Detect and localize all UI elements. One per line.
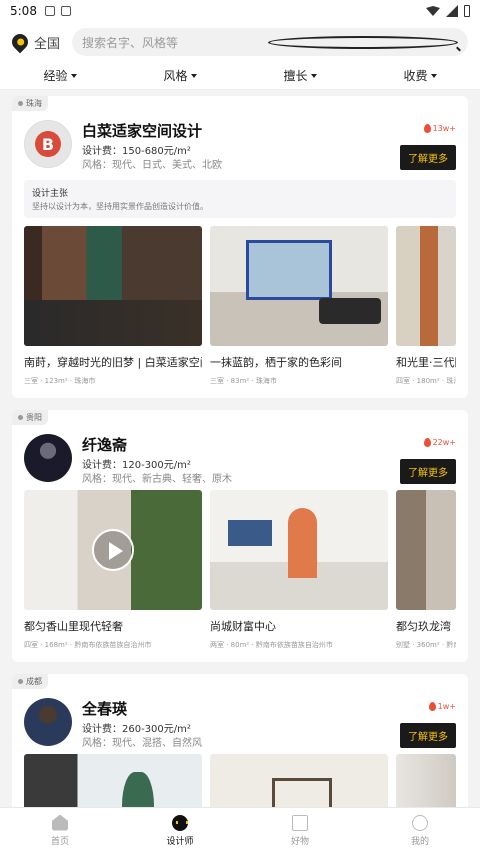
avatar[interactable] [24, 698, 72, 746]
tab-label: 好物 [290, 836, 309, 847]
chevron-down-icon [190, 73, 197, 78]
flame-icon [423, 124, 431, 133]
brand-logo: B [35, 131, 61, 157]
filter-fee[interactable]: 收费 [403, 67, 437, 84]
work-item[interactable]: 都匀玖龙湾 别墅 · 360m² · 黔南 [396, 490, 456, 650]
works-carousel[interactable]: 都匀香山里现代轻奢 四室 · 168m² · 黔南布依族苗族自治州市 尚城财富中… [12, 490, 468, 650]
work-photo[interactable] [24, 226, 202, 346]
search-icon[interactable] [268, 35, 458, 49]
work-photo[interactable] [210, 226, 388, 346]
work-item[interactable]: 和光里·三代同 四室 · 180m² · 珠海 [396, 226, 456, 386]
status-bar: 5:08 [0, 0, 480, 22]
avatar[interactable] [24, 434, 72, 482]
work-title: 和光里·三代同 [396, 356, 456, 369]
filter-label: 收费 [403, 69, 428, 83]
works-carousel[interactable]: 南莳，穿越时光的旧梦 | 白菜适家空间... 三室 · 123m² · 珠海市 … [12, 226, 468, 386]
location-selector[interactable]: 全国 [8, 30, 72, 54]
tab-label: 设计师 [166, 836, 194, 847]
popularity-count: 22w+ [432, 438, 456, 447]
work-meta: 两室 · 80m² · 黔南布依族苗族自治州市 [210, 641, 333, 649]
popularity-badge: 13w+ [423, 124, 456, 133]
play-icon[interactable] [92, 529, 134, 571]
work-title: 都匀玖龙湾 [396, 620, 451, 633]
work-meta: 四室 · 180m² · 珠海 [396, 377, 456, 385]
work-meta: 别墅 · 360m² · 黔南 [396, 641, 456, 649]
designer-card[interactable]: 贵阳 纤逸斋 设计费：120-300元/m² 风格：现代、新古典、轻奢、原木 2… [12, 410, 468, 662]
learn-more-button[interactable]: 了解更多 [400, 459, 456, 484]
tab-label: 我的 [410, 836, 429, 847]
chevron-down-icon [70, 73, 77, 78]
filter-specialty[interactable]: 擅长 [283, 67, 317, 84]
work-meta: 三室 · 83m² · 珠海市 [210, 377, 277, 385]
goods-icon [292, 814, 308, 831]
work-item[interactable]: 南莳，穿越时光的旧梦 | 白菜适家空间... 三室 · 123m² · 珠海市 [24, 226, 202, 386]
philosophy-title: 设计主张 [32, 189, 69, 199]
work-title: 都匀香山里现代轻奢 [24, 620, 123, 633]
work-photo[interactable] [396, 490, 456, 610]
work-item[interactable]: 都匀香山里现代轻奢 四室 · 168m² · 黔南布依族苗族自治州市 [24, 490, 202, 650]
philosophy-text: 坚持以设计为本，坚持用实景作品创造设计价值。 [32, 202, 208, 211]
popularity-count: 1w+ [437, 702, 456, 711]
location-pin-icon [8, 30, 32, 54]
work-photo[interactable] [396, 226, 456, 346]
work-title: 一抹蓝韵，栖于家的色彩间 [210, 356, 342, 369]
search-placeholder: 搜索名字、风格等 [82, 35, 179, 50]
work-photo[interactable] [210, 490, 388, 610]
filter-label: 经验 [43, 69, 68, 83]
status-time: 5:08 [10, 4, 37, 18]
bottom-nav: 首页 设计师 好物 我的 [0, 807, 480, 853]
chevron-down-icon [310, 73, 317, 78]
tab-designer[interactable]: 设计师 [120, 808, 240, 853]
designer-feed: 珠海 B 白菜适家空间设计 设计费：150-680元/m² 风格：现代、日式、美… [0, 90, 480, 853]
designer-icon [172, 814, 188, 831]
filter-label: 风格 [163, 69, 188, 83]
work-item[interactable]: 一抹蓝韵，栖于家的色彩间 三室 · 83m² · 珠海市 [210, 226, 388, 386]
top-search-bar: 全国 搜索名字、风格等 [0, 22, 480, 62]
location-label: 全国 [34, 36, 61, 52]
work-title: 尚城财富中心 [210, 620, 276, 633]
avatar[interactable]: B [24, 120, 72, 168]
work-meta: 四室 · 168m² · 黔南布依族苗族自治州市 [24, 641, 152, 649]
work-meta: 三室 · 123m² · 珠海市 [24, 377, 96, 385]
learn-more-button[interactable]: 了解更多 [400, 145, 456, 170]
filter-label: 擅长 [283, 69, 308, 83]
tab-profile[interactable]: 我的 [360, 808, 480, 853]
filter-bar: 经验 风格 擅长 收费 [0, 62, 480, 90]
work-item[interactable]: 尚城财富中心 两室 · 80m² · 黔南布依族苗族自治州市 [210, 490, 388, 650]
work-video-thumbnail[interactable] [24, 490, 202, 610]
learn-more-button[interactable]: 了解更多 [400, 723, 456, 748]
popularity-badge: 1w+ [428, 702, 456, 711]
wifi-icon [426, 6, 440, 16]
flame-icon [423, 438, 431, 447]
filter-style[interactable]: 风格 [163, 67, 197, 84]
filter-experience[interactable]: 经验 [43, 67, 77, 84]
designer-card[interactable]: 珠海 B 白菜适家空间设计 设计费：150-680元/m² 风格：现代、日式、美… [12, 96, 468, 398]
profile-icon [412, 814, 428, 831]
search-input[interactable]: 搜索名字、风格等 [72, 28, 468, 56]
tab-home[interactable]: 首页 [0, 808, 120, 853]
work-title: 南莳，穿越时光的旧梦 | 白菜适家空间... [24, 356, 202, 369]
popularity-count: 13w+ [432, 124, 456, 133]
battery-icon [464, 5, 470, 17]
design-philosophy: 设计主张 坚持以设计为本，坚持用实景作品创造设计价值。 [24, 180, 456, 218]
tab-label: 首页 [50, 836, 69, 847]
app-notification-icon [60, 6, 71, 16]
signal-icon [446, 5, 458, 17]
gallery-notification-icon [44, 6, 55, 16]
tab-goods[interactable]: 好物 [240, 808, 360, 853]
flame-icon [428, 702, 436, 711]
popularity-badge: 22w+ [423, 438, 456, 447]
chevron-down-icon [430, 73, 437, 78]
home-icon [52, 814, 68, 831]
